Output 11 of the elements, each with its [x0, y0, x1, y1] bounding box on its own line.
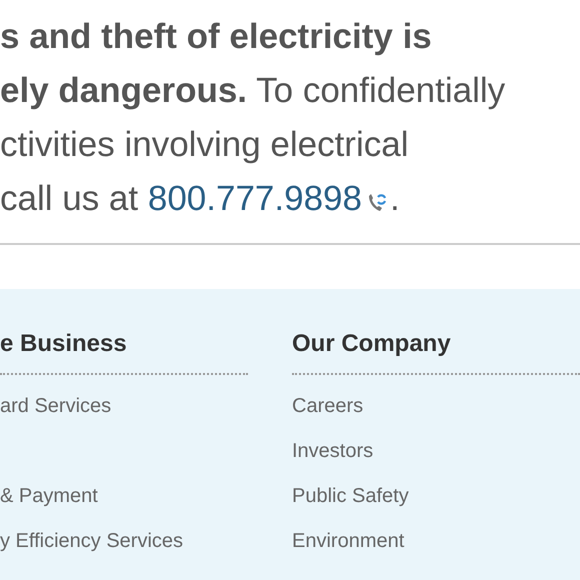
footer-link[interactable]: ard Services [0, 394, 112, 418]
footer-link[interactable]: y Efficiency Services [0, 529, 184, 553]
phone-link[interactable]: 800.777.9898 [148, 179, 362, 218]
footer-link[interactable]: & Payment [0, 484, 98, 508]
column-heading: Our Company [292, 330, 580, 375]
footer-link[interactable]: Public Safety [292, 484, 409, 508]
safety-notice: s and theft of electricity is ely dangerous. To confidentially ctivities involving electrical call us at 800.777.9898 . [0, 16, 506, 220]
footer-link[interactable]: Careers [292, 394, 364, 418]
footer-link[interactable]: Environment [292, 529, 404, 553]
column-heading: e Business [0, 330, 248, 375]
footer-link[interactable]: Investors [292, 439, 374, 463]
